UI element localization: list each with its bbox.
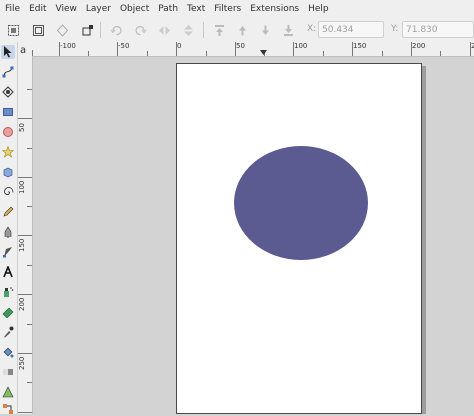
ruler-label: -100	[60, 42, 76, 50]
drawing-layer	[234, 146, 368, 260]
lower-to-bottom-icon[interactable]	[280, 22, 296, 38]
text-tool-icon[interactable]	[1, 265, 15, 279]
y-coord-input[interactable]: 71.830	[402, 21, 474, 38]
gradient-tool-icon[interactable]	[1, 365, 15, 379]
raise-icon[interactable]	[234, 22, 250, 38]
menu-view[interactable]: View	[51, 0, 81, 18]
ruler-minor-tick	[206, 51, 207, 56]
x-coord-input[interactable]: 50.434	[318, 21, 384, 38]
ruler-minor-tick	[147, 51, 148, 56]
ruler-label: 150	[353, 42, 367, 50]
selector-tool-icon[interactable]	[1, 45, 15, 59]
pencil-tool-icon[interactable]	[1, 205, 15, 219]
ruler-tick	[18, 412, 32, 413]
menu-text[interactable]: Text	[182, 0, 209, 18]
ruler-tick	[117, 42, 118, 56]
x-coord-label: X:	[307, 24, 317, 34]
ruler-label: 150	[18, 238, 26, 252]
menu-layer[interactable]: Layer	[81, 0, 115, 18]
ruler-label: 0	[177, 42, 182, 50]
paint-bucket-tool-icon[interactable]	[1, 345, 15, 359]
vertical-ruler[interactable]: 50 100 150 200 250	[18, 56, 33, 414]
ruler-minor-tick	[27, 148, 32, 149]
menu-extensions[interactable]: Extensions	[245, 0, 303, 18]
menu-object[interactable]: Object	[115, 0, 153, 18]
ruler-tick	[470, 42, 471, 56]
pen-tool-icon[interactable]	[1, 225, 15, 239]
ruler-label: 100	[294, 42, 308, 50]
ruler-tick	[18, 353, 32, 354]
select-all-layers-icon[interactable]	[30, 22, 46, 38]
ellipse-shape[interactable]	[234, 146, 368, 260]
ruler-tick	[352, 42, 353, 56]
ruler-label: 250	[18, 356, 26, 370]
tool-controls-bar: X: 50.434 Y: 71.830	[0, 18, 474, 43]
ruler-tick	[18, 118, 32, 119]
calligraphy-tool-icon[interactable]	[1, 245, 15, 259]
eraser-tool-icon[interactable]	[1, 305, 15, 319]
menu-filters[interactable]: Filters	[209, 0, 245, 18]
rotate-cw-icon[interactable]	[132, 22, 148, 38]
y-coord-label: Y:	[391, 24, 399, 34]
raise-to-top-icon[interactable]	[211, 22, 227, 38]
ruler-minor-tick	[382, 51, 383, 56]
svg-text:a: a	[20, 45, 26, 56]
ruler-corner[interactable]: a	[18, 42, 32, 56]
node-tool-icon[interactable]	[1, 65, 15, 79]
ruler-label: 50	[236, 42, 245, 50]
ruler-tick	[59, 42, 60, 56]
ruler-tick	[235, 42, 236, 56]
ruler-tick	[411, 42, 412, 56]
lower-icon[interactable]	[257, 22, 273, 38]
drawing-canvas[interactable]	[33, 57, 474, 414]
ruler-minor-tick	[27, 265, 32, 266]
touch-select-icon[interactable]	[79, 22, 95, 38]
ruler-label: 100	[18, 180, 26, 194]
ruler-tick	[18, 235, 32, 236]
ruler-label: 200	[412, 42, 426, 50]
menu-edit[interactable]: Edit	[24, 0, 50, 18]
tweak-tool-icon[interactable]	[1, 85, 15, 99]
flip-horizontal-icon[interactable]	[156, 22, 172, 38]
select-all-icon[interactable]	[5, 22, 21, 38]
spiral-tool-icon[interactable]	[1, 185, 15, 199]
ruler-minor-tick	[27, 382, 32, 383]
ruler-minor-tick	[27, 324, 32, 325]
toolbar-separator	[100, 22, 101, 38]
horizontal-ruler[interactable]: -100 -50 0 50 100 150 200 250	[32, 42, 474, 57]
ruler-label: 50	[18, 123, 26, 132]
ruler-tick	[18, 177, 32, 178]
toolbox	[0, 42, 18, 414]
menu-path[interactable]: Path	[153, 0, 182, 18]
ruler-minor-tick	[27, 206, 32, 207]
ruler-minor-tick	[88, 51, 89, 56]
ruler-minor-tick	[323, 51, 324, 56]
ruler-minor-tick	[440, 51, 441, 56]
rotate-ccw-icon[interactable]	[108, 22, 124, 38]
ruler-tick	[176, 42, 177, 56]
menu-bar: File Edit View Layer Object Path Text Fi…	[0, 0, 474, 18]
deselect-icon[interactable]	[54, 22, 70, 38]
ruler-tick	[293, 42, 294, 56]
ruler-label: 200	[18, 297, 26, 311]
menu-help[interactable]: Help	[303, 0, 333, 18]
toolbar-separator	[203, 22, 204, 38]
ruler-tick	[18, 294, 32, 295]
ruler-minor-tick	[27, 89, 32, 90]
mesh-tool-icon[interactable]	[1, 385, 15, 399]
menu-file[interactable]: File	[0, 0, 24, 18]
ruler-label: -50	[118, 42, 130, 50]
flip-vertical-icon[interactable]	[180, 22, 196, 38]
ellipse-tool-icon[interactable]	[1, 125, 15, 139]
spray-tool-icon[interactable]	[1, 285, 15, 299]
pointer-marker-icon	[260, 50, 267, 55]
rectangle-tool-icon[interactable]	[1, 105, 15, 119]
star-tool-icon[interactable]	[1, 145, 15, 159]
3d-box-tool-icon[interactable]	[1, 165, 15, 179]
dropper-tool-icon[interactable]	[1, 325, 15, 339]
